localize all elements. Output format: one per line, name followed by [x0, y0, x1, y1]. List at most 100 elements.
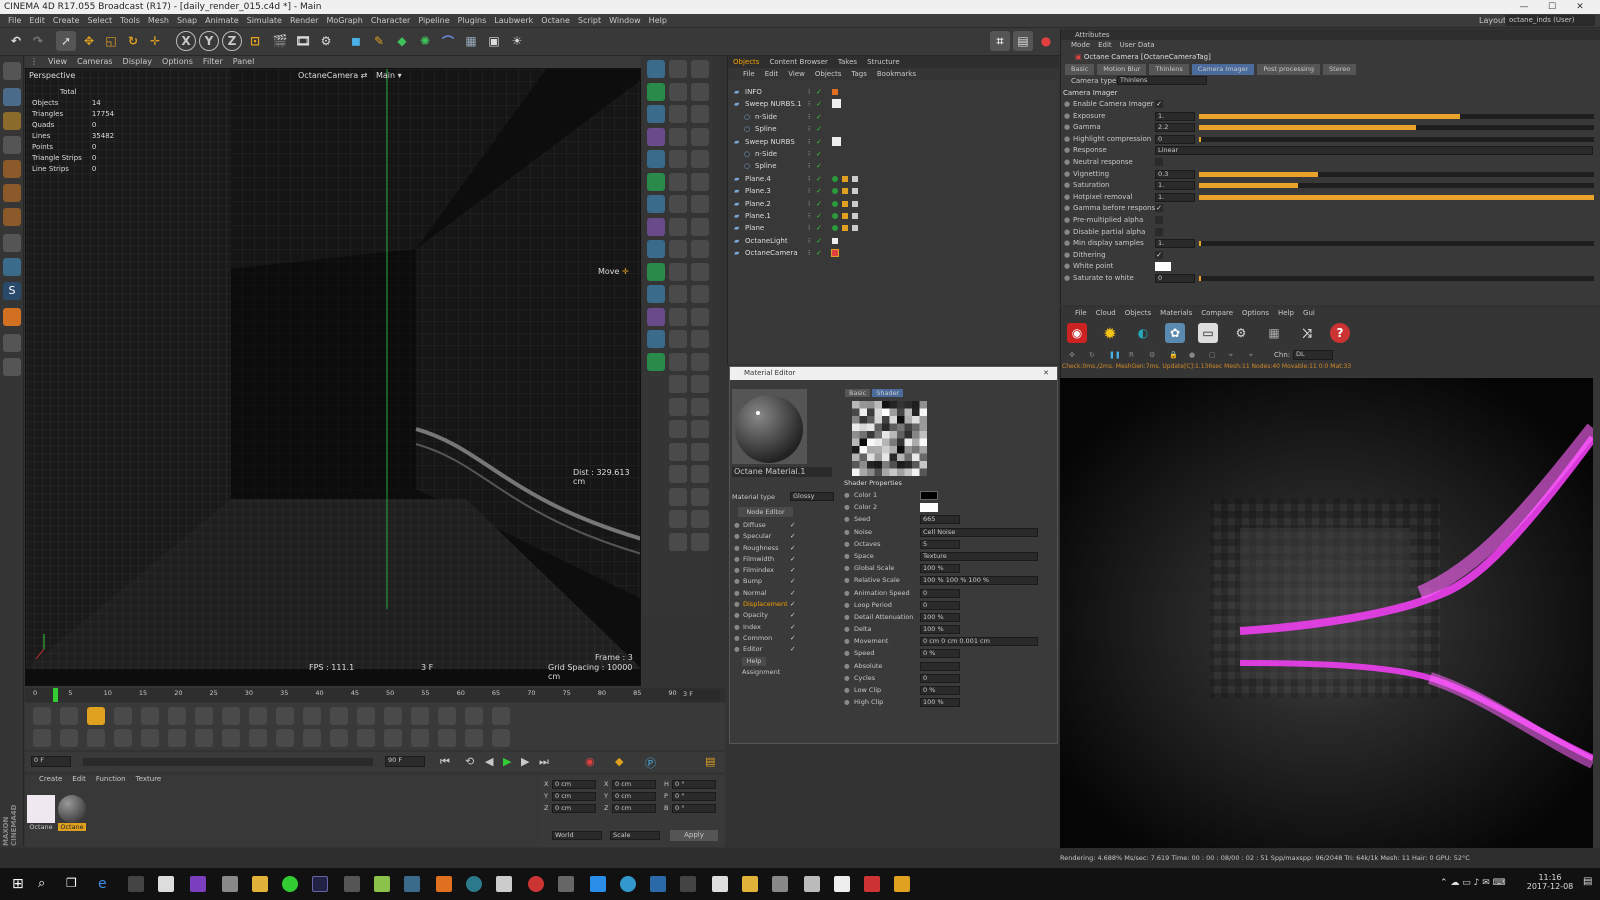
cinema4d-taskbar-icon[interactable] [312, 876, 328, 892]
color1-swatch[interactable] [920, 491, 938, 500]
attr-menu-edit[interactable]: Edit [1098, 41, 1112, 49]
fill-select-icon-1-18[interactable] [669, 465, 687, 483]
render-picture-viewer-icon[interactable]: 🎞 [293, 31, 313, 51]
info-tag-icon[interactable] [832, 89, 838, 95]
polygon-select-icon-2-8[interactable] [691, 240, 709, 258]
loop-select-icon-2-9[interactable] [691, 262, 709, 281]
object-row[interactable]: ○ n-Side ⁝ ✓ [728, 148, 1060, 160]
om-menu-bookmarks[interactable]: Bookmarks [872, 68, 921, 80]
anim-tool-icon[interactable] [276, 729, 294, 747]
prop-value-field[interactable]: 0 % [920, 686, 960, 695]
phong-break-icon-1-19[interactable] [669, 487, 687, 506]
live-select-icon-2-5[interactable] [691, 172, 709, 191]
visibility-dots-icon[interactable]: ⁝ [808, 111, 810, 123]
region-icon[interactable]: ▭ [1198, 323, 1218, 343]
channel-row[interactable]: ● Normal ✓ [732, 588, 812, 599]
anim-tool-icon[interactable] [384, 729, 402, 747]
calculator-icon[interactable] [834, 876, 850, 892]
attr-tab-thinlens[interactable]: Thinlens [1149, 64, 1189, 75]
scale-icon[interactable]: ◱ [101, 31, 121, 51]
param-slider[interactable] [1199, 113, 1594, 119]
prop-value-field[interactable]: 0 [920, 588, 960, 598]
param-checkbox[interactable] [1155, 216, 1163, 224]
coord-value-field[interactable]: 0 cm [612, 780, 656, 789]
prev-key-icon[interactable]: ⟲ [465, 755, 474, 768]
help-button[interactable]: Help [742, 657, 766, 666]
lasso-select-icon-1-13[interactable] [669, 352, 687, 371]
chrome-icon[interactable] [282, 876, 298, 892]
object-row[interactable]: ▰ OctaneCamera ⁝ ✓ [728, 247, 1060, 259]
extrude-icon-2-3[interactable] [691, 127, 709, 146]
viewport-menu-options[interactable]: Options [157, 56, 198, 68]
z-axis-icon[interactable]: Z [222, 31, 242, 51]
enabled-check-icon[interactable]: ✓ [816, 247, 822, 259]
attr-menu-user-data[interactable]: User Data [1120, 41, 1155, 49]
object-row[interactable]: ▰ INFO ⁝ ✓ [728, 86, 1060, 98]
anim-tool-icon[interactable] [33, 707, 51, 725]
visibility-dots-icon[interactable]: ⁝ [808, 123, 810, 135]
object-row[interactable]: ▰ Plane ⁝ ✓ [728, 222, 1060, 234]
enabled-check-icon[interactable]: ✓ [816, 98, 822, 110]
anim-tool-icon[interactable] [87, 707, 105, 725]
param-anim-dot-icon[interactable]: ● [1064, 273, 1070, 284]
anim-tool-icon[interactable] [141, 707, 159, 725]
anim-tool-icon[interactable] [168, 707, 186, 725]
enabled-check-icon[interactable]: ✓ [816, 111, 822, 123]
workplane-icon[interactable]: ▤ [1013, 31, 1033, 51]
timeline-window-icon[interactable]: ▤ [705, 755, 715, 768]
param-slider[interactable] [1199, 125, 1594, 131]
phong-break-icon-0-9[interactable] [647, 262, 665, 281]
param-anim-dot-icon[interactable]: ● [1064, 227, 1070, 238]
menu-window[interactable]: Window [605, 14, 645, 28]
rectangle-select-icon-1-12[interactable] [669, 330, 687, 348]
channel-dropdown[interactable]: DL [1293, 350, 1333, 360]
param-anim-dot-icon[interactable]: ● [1064, 145, 1070, 156]
enabled-check-icon[interactable]: ✓ [816, 86, 822, 98]
param-slider[interactable] [1199, 171, 1594, 177]
channel-check[interactable]: ✓ [790, 633, 795, 644]
anim-tool-icon[interactable] [87, 729, 105, 747]
anim-tool-icon[interactable] [276, 707, 294, 725]
bridge-icon-1-20[interactable] [669, 510, 687, 528]
anim-tool-icon[interactable] [357, 707, 375, 725]
fill-select-icon-2-12[interactable] [691, 330, 709, 348]
close-hole-icon-2-0[interactable] [691, 60, 709, 78]
material-type-dropdown[interactable]: Glossy [790, 492, 834, 501]
om-tab-structure[interactable]: Structure [862, 56, 905, 68]
anim-tool-icon[interactable] [249, 729, 267, 747]
lv-menu-options[interactable]: Options [1242, 309, 1269, 317]
om-menu-edit[interactable]: Edit [760, 68, 784, 80]
goto-start-icon[interactable]: ⏮ [440, 755, 450, 769]
anim-tool-icon[interactable] [60, 729, 78, 747]
app-icon-4[interactable] [466, 876, 482, 892]
brush-icon-0-11[interactable] [647, 307, 665, 326]
store-icon[interactable] [128, 876, 144, 892]
app-icon-7[interactable] [558, 876, 574, 892]
material-icon[interactable]: ✿ [1165, 323, 1185, 343]
enabled-check-icon[interactable]: ✓ [816, 222, 822, 234]
cog-icon[interactable]: ⚙ [1149, 347, 1155, 363]
param-value-field[interactable]: 1. [1155, 192, 1195, 202]
coord-value-field[interactable]: 0 cm [552, 804, 596, 813]
attr-tab-post-processing[interactable]: Post processing [1257, 64, 1321, 75]
object-row[interactable]: ▰ Plane.2 ⁝ ✓ [728, 198, 1060, 210]
anim-tool-icon[interactable] [114, 707, 132, 725]
app-icon-16[interactable] [894, 876, 910, 892]
workplane-mode-icon[interactable] [3, 136, 21, 154]
enabled-check-icon[interactable]: ✓ [816, 185, 822, 197]
material-swatch[interactable]: Octane [27, 795, 55, 831]
coord-value-field[interactable]: 0 cm [552, 780, 596, 789]
visibility-dots-icon[interactable]: ⁝ [808, 185, 810, 197]
om-menu-file[interactable]: File [738, 68, 760, 80]
param-anim-dot-icon[interactable]: ● [1064, 180, 1070, 191]
start-windows-icon[interactable]: ⊞ [12, 876, 28, 892]
coord-value-field[interactable]: 0 ° [672, 792, 716, 801]
menu-mesh[interactable]: Mesh [144, 14, 173, 28]
fill-select-icon-1-2[interactable] [669, 105, 687, 123]
param-anim-dot-icon[interactable]: ● [1064, 157, 1070, 168]
bridge-icon-2-14[interactable] [691, 375, 709, 393]
select-tool-icon-2-4[interactable] [691, 150, 709, 168]
material-tag-icon[interactable] [852, 213, 858, 219]
anim-tool-icon[interactable] [222, 729, 240, 747]
object-row[interactable]: ○ Spline ⁝ ✓ [728, 123, 1060, 135]
